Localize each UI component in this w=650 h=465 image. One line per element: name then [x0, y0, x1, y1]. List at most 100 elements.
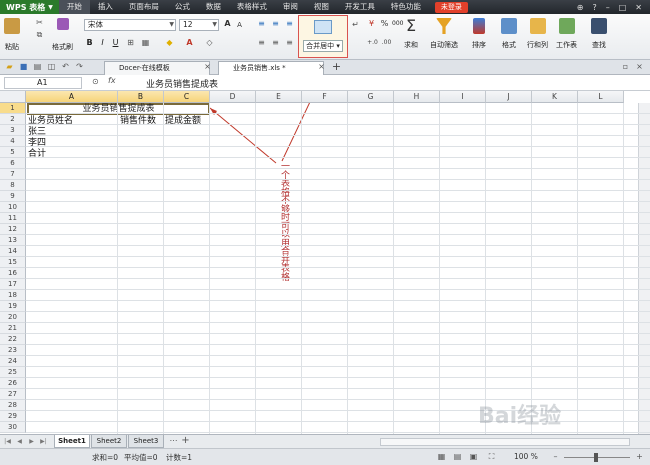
find-button[interactable]: 查找	[591, 18, 607, 50]
row-header-2[interactable]: 2	[0, 114, 26, 125]
autofilter-button[interactable]: 自动筛选	[430, 18, 458, 50]
column-header-b[interactable]: B	[118, 91, 164, 103]
page-layout-view-icon[interactable]: ▣	[468, 452, 479, 462]
align-right-icon[interactable]: ≡	[284, 38, 295, 48]
add-sheet-icon[interactable]: +	[180, 436, 191, 446]
merge-center-button[interactable]: 合并居中 ▾	[303, 40, 343, 52]
fx-label[interactable]: fx	[108, 76, 116, 85]
paste-button[interactable]: 粘贴	[4, 18, 20, 52]
last-sheet-icon[interactable]: ▶|	[38, 437, 49, 447]
row-header-19[interactable]: 19	[0, 301, 26, 312]
row-header-13[interactable]: 13	[0, 235, 26, 246]
menu-page-layout[interactable]: 页面布局	[121, 0, 167, 14]
row-header-4[interactable]: 4	[0, 136, 26, 147]
row-header-6[interactable]: 6	[0, 158, 26, 169]
column-header-c[interactable]: C	[164, 91, 210, 103]
row-header-11[interactable]: 11	[0, 213, 26, 224]
column-header-j[interactable]: J	[486, 91, 532, 103]
sheet-tab-3[interactable]: Sheet3	[128, 435, 164, 448]
grow-font-icon[interactable]: A	[222, 19, 233, 29]
more-sheets-icon[interactable]: ⋯	[168, 436, 179, 446]
restore-icon[interactable]: ▫	[620, 62, 631, 72]
sum-button[interactable]: Σ 求和	[404, 18, 418, 50]
row-header-24[interactable]: 24	[0, 356, 26, 367]
row-header-10[interactable]: 10	[0, 202, 26, 213]
row-header-20[interactable]: 20	[0, 312, 26, 323]
menu-home[interactable]: 开始	[58, 0, 90, 14]
worksheet-button[interactable]: 工作表	[556, 18, 577, 50]
menu-developer[interactable]: 开发工具	[337, 0, 383, 14]
spreadsheet-grid[interactable]: 业务员销售提成表 业务员姓名 销售件数 提成金额 张三 李四 合计 一个表格不够…	[0, 91, 650, 434]
skin-icon[interactable]: ⊕	[577, 3, 584, 12]
format-button[interactable]: 格式	[501, 18, 517, 50]
page-break-view-icon[interactable]: ▤	[452, 452, 463, 462]
align-bottom-icon[interactable]: ≡	[284, 19, 295, 29]
currency-icon[interactable]: ¥	[366, 19, 377, 29]
row-header-16[interactable]: 16	[0, 268, 26, 279]
column-header-f[interactable]: F	[302, 91, 348, 103]
row-header-5[interactable]: 5	[0, 147, 26, 158]
italic-button[interactable]: I	[97, 38, 108, 48]
sort-button[interactable]: 排序	[472, 18, 486, 50]
preview-icon[interactable]: ◫	[46, 62, 57, 72]
font-size-select[interactable]: 12 ▼	[179, 19, 219, 31]
fullscreen-icon[interactable]: ⛶	[486, 452, 497, 462]
shrink-font-icon[interactable]: A	[234, 20, 245, 30]
column-header-k[interactable]: K	[532, 91, 578, 103]
row-header-3[interactable]: 3	[0, 125, 26, 136]
cell-style-icon[interactable]: ▦	[140, 38, 151, 48]
normal-view-icon[interactable]: ▦	[436, 452, 447, 462]
row-header-23[interactable]: 23	[0, 345, 26, 356]
menu-view[interactable]: 视图	[306, 0, 337, 14]
row-header-17[interactable]: 17	[0, 279, 26, 290]
app-menu-button[interactable]: WPS 表格 ▼	[0, 0, 59, 14]
row-header-21[interactable]: 21	[0, 323, 26, 334]
row-header-29[interactable]: 29	[0, 411, 26, 422]
zoom-in-icon[interactable]: +	[634, 452, 645, 462]
row-header-7[interactable]: 7	[0, 169, 26, 180]
redo-icon[interactable]: ↷	[74, 62, 85, 72]
fill-color-icon[interactable]: ◆	[164, 38, 175, 48]
menu-data[interactable]: 数据	[198, 0, 229, 14]
bold-button[interactable]: B	[84, 38, 95, 48]
row-col-button[interactable]: 行和列	[527, 18, 548, 50]
menu-review[interactable]: 审阅	[275, 0, 306, 14]
align-left-icon[interactable]: ≡	[256, 38, 267, 48]
row-header-18[interactable]: 18	[0, 290, 26, 301]
close-icon[interactable]: ×	[634, 62, 645, 72]
clear-icon[interactable]: ◇	[204, 38, 215, 48]
percent-button[interactable]: %	[379, 19, 390, 29]
decrease-decimal-icon[interactable]: .00	[381, 38, 392, 48]
help-icon[interactable]: ?	[592, 3, 596, 12]
row-header-27[interactable]: 27	[0, 389, 26, 400]
row-header-12[interactable]: 12	[0, 224, 26, 235]
row-header-15[interactable]: 15	[0, 257, 26, 268]
row-header-9[interactable]: 9	[0, 191, 26, 202]
sheet-tab-2[interactable]: Sheet2	[91, 435, 127, 448]
menu-formula[interactable]: 公式	[167, 0, 198, 14]
menu-table-style[interactable]: 表格样式	[229, 0, 275, 14]
print-icon[interactable]: ▤	[32, 62, 43, 72]
close-icon[interactable]: ×	[202, 62, 213, 72]
align-middle-icon[interactable]: ≡	[270, 19, 281, 29]
column-header-e[interactable]: E	[256, 91, 302, 103]
tab-docer[interactable]: Docer-在线模板	[104, 61, 210, 75]
column-header-l[interactable]: L	[578, 91, 624, 103]
column-header-h[interactable]: H	[394, 91, 440, 103]
row-header-8[interactable]: 8	[0, 180, 26, 191]
underline-button[interactable]: U	[110, 38, 121, 48]
row-header-22[interactable]: 22	[0, 334, 26, 345]
copy-icon[interactable]: ⧉	[34, 30, 45, 40]
maximize-icon[interactable]: □	[619, 3, 627, 12]
increase-decimal-icon[interactable]: +.0	[367, 38, 378, 48]
search-icon[interactable]: ⊙	[92, 77, 99, 86]
prev-sheet-icon[interactable]: ◀	[14, 437, 25, 447]
row-header-30[interactable]: 30	[0, 422, 26, 433]
column-header-g[interactable]: G	[348, 91, 394, 103]
name-box[interactable]: A1	[4, 77, 82, 89]
row-header-25[interactable]: 25	[0, 367, 26, 378]
sheet-tab-1[interactable]: Sheet1	[54, 435, 90, 448]
menu-insert[interactable]: 插入	[90, 0, 121, 14]
row-header-14[interactable]: 14	[0, 246, 26, 257]
font-name-select[interactable]: 宋体 ▼	[84, 19, 176, 31]
